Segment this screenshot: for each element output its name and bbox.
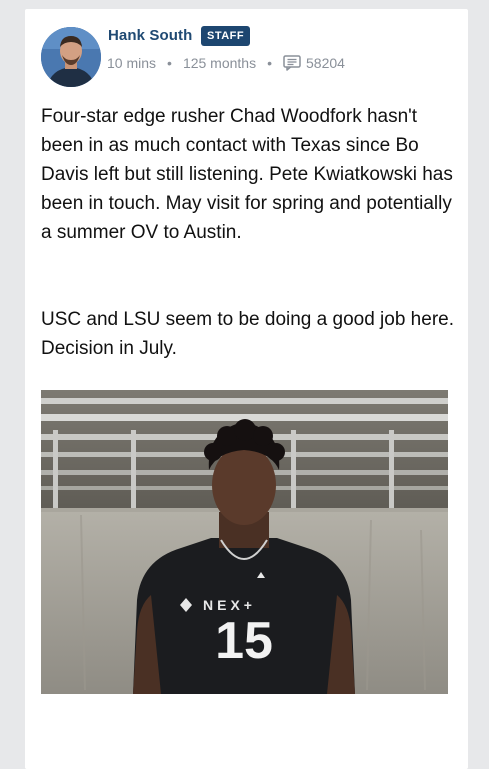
- staff-badge: STAFF: [201, 26, 251, 46]
- author-tenure: 125 months: [182, 55, 257, 71]
- post-photo[interactable]: NEX+ 15: [41, 390, 448, 694]
- post-meta: 10 mins • 125 months • 58204: [107, 55, 345, 71]
- post-card: Hank South STAFF 10 mins • 125 months • …: [25, 9, 468, 769]
- post-paragraph-2: USC and LSU seem to be doing a good job …: [41, 309, 454, 359]
- author-avatar[interactable]: [41, 27, 101, 87]
- jersey-number: 15: [215, 612, 273, 670]
- comment-bubble-icon: [283, 55, 301, 71]
- meta-separator: •: [267, 55, 273, 71]
- jersey-brand: NEX+: [203, 597, 256, 613]
- post-time: 10 mins: [107, 55, 157, 71]
- comment-count[interactable]: 58204: [306, 55, 345, 71]
- author-name[interactable]: Hank South: [108, 27, 192, 44]
- meta-separator: •: [167, 55, 172, 71]
- post-paragraph-1: Four-star edge rusher Chad Woodfork hasn…: [41, 106, 453, 243]
